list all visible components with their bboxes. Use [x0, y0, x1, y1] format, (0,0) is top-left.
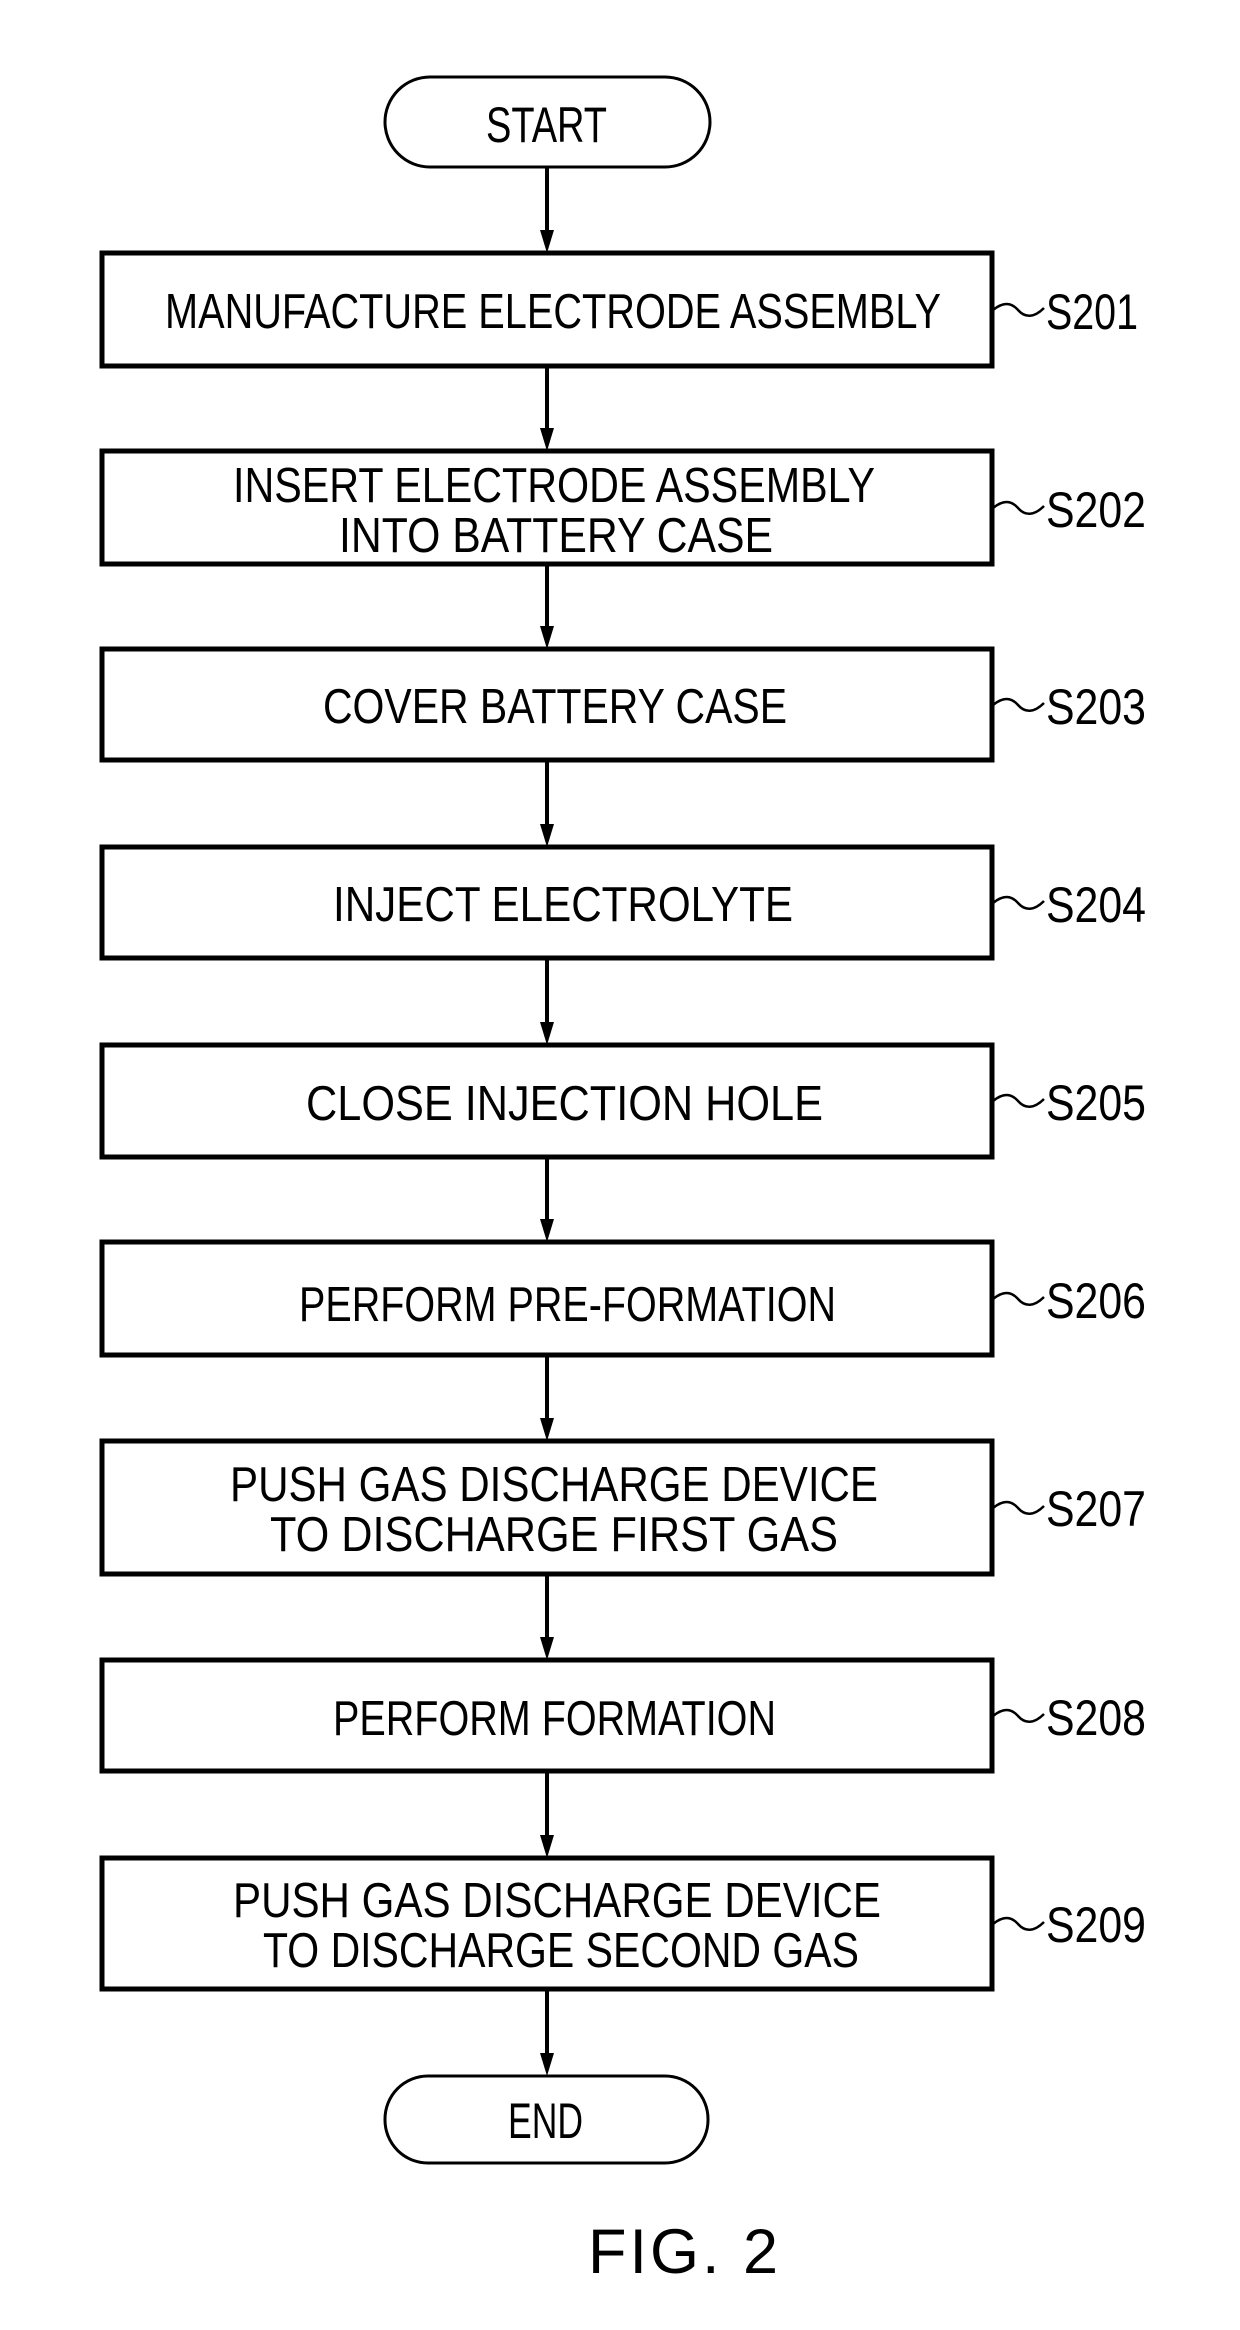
leader-tilde-icon [992, 500, 1045, 515]
arrowhead-icon [540, 230, 554, 253]
step-text-line-2: TO DISCHARGE FIRST GAS [270, 1508, 838, 1562]
arrowhead-icon [540, 1022, 554, 1045]
leader-tilde-icon [992, 1708, 1045, 1723]
arrow-s203-to-s204 [540, 760, 554, 847]
start-terminal: START [383, 75, 712, 169]
leader-tilde-icon [992, 302, 1045, 317]
arrow-s209-to-end [540, 1989, 554, 2076]
step-text-line-1: INSERT ELECTRODE ASSEMBLY [233, 459, 875, 513]
arrow-s207-to-s208 [540, 1574, 554, 1660]
step-text-line-1: PUSH GAS DISCHARGE DEVICE [233, 1874, 881, 1928]
step-text-line-1: PUSH GAS DISCHARGE DEVICE [230, 1458, 878, 1512]
arrowhead-icon [540, 1637, 554, 1660]
step-s202: INSERT ELECTRODE ASSEMBLY INTO BATTERY C… [99, 448, 1146, 567]
arrowhead-icon [540, 824, 554, 847]
arrowhead-icon [540, 1418, 554, 1441]
arrow-s201-to-s202 [540, 366, 554, 451]
leader-tilde-icon [992, 895, 1045, 910]
step-s208: PERFORM FORMATION S208 [99, 1657, 1146, 1774]
step-text: INJECT ELECTROLYTE [333, 878, 793, 932]
arrow-start-to-s201 [540, 167, 554, 253]
step-text: COVER BATTERY CASE [323, 680, 787, 734]
end-terminal: END [383, 2074, 710, 2165]
arrow-s208-to-s209 [540, 1771, 554, 1858]
start-label: START [486, 97, 607, 153]
arrow-s202-to-s203 [540, 564, 554, 649]
step-text: PERFORM PRE-FORMATION [299, 1278, 836, 1332]
step-label: S207 [1046, 1481, 1146, 1537]
step-s203: COVER BATTERY CASE S203 [99, 646, 1146, 763]
step-s209: PUSH GAS DISCHARGE DEVICE TO DISCHARGE S… [99, 1855, 1146, 1992]
arrow-s206-to-s207 [540, 1355, 554, 1441]
arrowhead-icon [540, 428, 554, 451]
step-text: PERFORM FORMATION [333, 1692, 776, 1746]
step-label: S206 [1046, 1273, 1146, 1329]
leader-tilde-icon [992, 1291, 1045, 1306]
leader-tilde-icon [992, 1093, 1045, 1108]
arrow-s204-to-s205 [540, 958, 554, 1045]
flowchart-figure: START MANUFACTURE ELECTRODE ASSEMBLY S20… [99, 75, 1146, 2287]
step-s201: MANUFACTURE ELECTRODE ASSEMBLY S201 [99, 250, 1138, 369]
arrowhead-icon [540, 2053, 554, 2076]
step-text-line-2: INTO BATTERY CASE [339, 509, 773, 563]
arrowhead-icon [540, 1835, 554, 1858]
step-label: S205 [1046, 1075, 1146, 1131]
step-label: S209 [1046, 1897, 1146, 1953]
leader-tilde-icon [992, 1500, 1045, 1515]
arrow-s205-to-s206 [540, 1157, 554, 1242]
step-label: S208 [1046, 1690, 1146, 1746]
step-s207: PUSH GAS DISCHARGE DEVICE TO DISCHARGE F… [99, 1438, 1146, 1577]
step-s204: INJECT ELECTROLYTE S204 [99, 844, 1146, 961]
arrowhead-icon [540, 626, 554, 649]
step-text-line-2: TO DISCHARGE SECOND GAS [263, 1924, 859, 1978]
figure-caption: FIG. 2 [588, 2217, 778, 2287]
step-text: CLOSE INJECTION HOLE [306, 1077, 823, 1131]
step-label: S203 [1046, 679, 1146, 735]
step-label: S204 [1046, 877, 1146, 933]
end-label: END [508, 2093, 583, 2149]
step-s206: PERFORM PRE-FORMATION S206 [99, 1239, 1146, 1358]
arrowhead-icon [540, 1219, 554, 1242]
step-label: S202 [1046, 482, 1146, 538]
step-text: MANUFACTURE ELECTRODE ASSEMBLY [165, 285, 941, 339]
leader-tilde-icon [992, 1916, 1045, 1931]
step-label: S201 [1046, 284, 1138, 340]
step-s205: CLOSE INJECTION HOLE S205 [99, 1042, 1146, 1160]
leader-tilde-icon [992, 697, 1045, 712]
